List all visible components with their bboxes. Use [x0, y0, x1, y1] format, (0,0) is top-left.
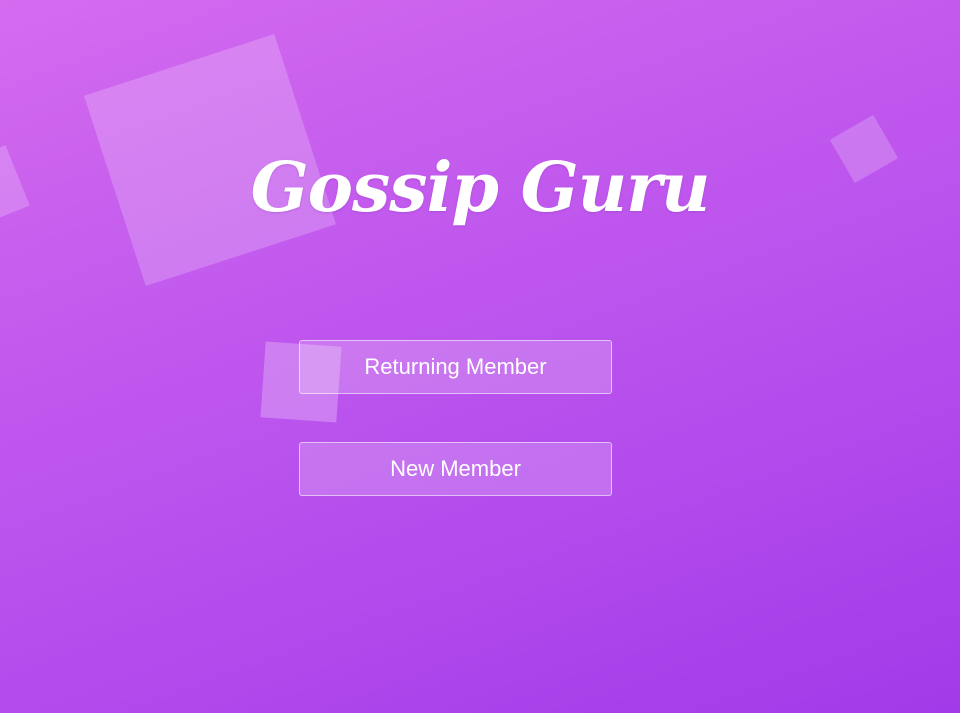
app-title: Gossip Guru — [250, 148, 711, 228]
returning-member-button[interactable]: Returning Member — [299, 340, 612, 394]
new-member-button[interactable]: New Member — [299, 442, 612, 496]
